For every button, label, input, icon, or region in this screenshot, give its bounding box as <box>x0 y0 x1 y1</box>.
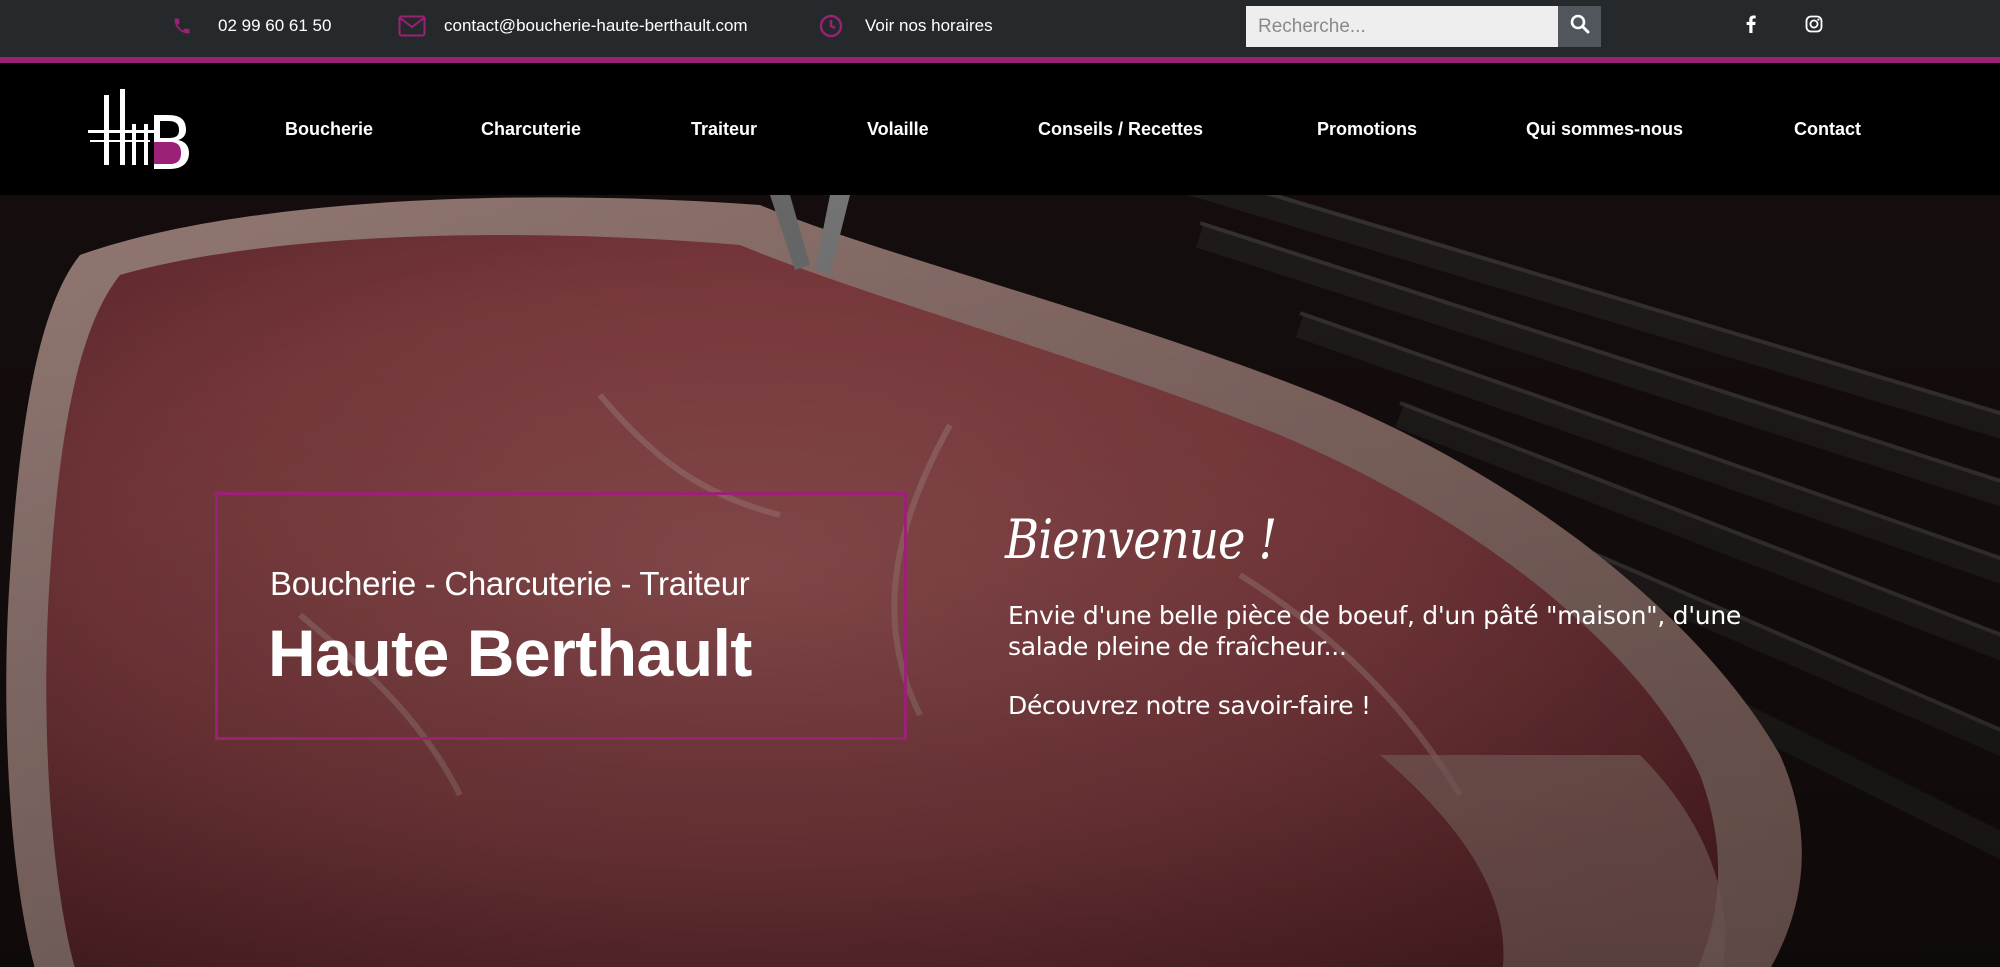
instagram-link[interactable] <box>1801 13 1827 39</box>
email-contact[interactable]: contact@boucherie-haute-berthault.com <box>398 0 748 52</box>
hero-title-box: Boucherie - Charcuterie - Traiteur Haute… <box>215 492 907 740</box>
email-address: contact@boucherie-haute-berthault.com <box>444 16 748 35</box>
nav-item-traiteur[interactable]: Traiteur <box>691 63 757 195</box>
hero-banner: Boucherie - Charcuterie - Traiteur Haute… <box>0 195 2000 967</box>
facebook-link[interactable] <box>1738 13 1764 39</box>
top-bar: 02 99 60 61 50 contact@boucherie-haute-b… <box>0 0 2000 63</box>
phone-contact[interactable]: 02 99 60 61 50 <box>172 0 331 52</box>
phone-icon <box>172 16 192 36</box>
search-icon <box>1570 14 1590 39</box>
hours-label: Voir nos horaires <box>865 16 993 35</box>
main-navigation: Boucherie Charcuterie Traiteur Volaille … <box>0 63 2000 195</box>
hours-link[interactable]: Voir nos horaires <box>819 0 993 52</box>
savoir-faire-text: Découvrez notre savoir-faire ! <box>1008 691 1371 720</box>
nav-item-charcuterie[interactable]: Charcuterie <box>481 63 581 195</box>
nav-item-conseils-recettes[interactable]: Conseils / Recettes <box>1038 63 1203 195</box>
nav-item-boucherie[interactable]: Boucherie <box>285 63 373 195</box>
search-input[interactable] <box>1246 6 1556 47</box>
hero-title: Haute Berthault <box>268 616 752 690</box>
phone-number: 02 99 60 61 50 <box>218 16 332 35</box>
nav-item-promotions[interactable]: Promotions <box>1317 63 1417 195</box>
nav-item-volaille[interactable]: Volaille <box>867 63 929 195</box>
clock-icon <box>819 14 843 38</box>
nav-item-qui-sommes-nous[interactable]: Qui sommes-nous <box>1526 63 1683 195</box>
nav-item-contact[interactable]: Contact <box>1794 63 1861 195</box>
facebook-icon <box>1746 15 1756 38</box>
site-logo[interactable] <box>86 87 192 175</box>
search-button[interactable] <box>1558 6 1601 47</box>
envelope-icon <box>398 15 426 37</box>
welcome-heading: Bienvenue ! <box>1005 508 1277 571</box>
welcome-text: Envie d'une belle pièce de boeuf, d'un p… <box>1008 601 1741 661</box>
hero-subtitle: Boucherie - Charcuterie - Traiteur <box>270 565 750 602</box>
instagram-icon <box>1805 15 1823 38</box>
search-form <box>1246 6 1601 47</box>
